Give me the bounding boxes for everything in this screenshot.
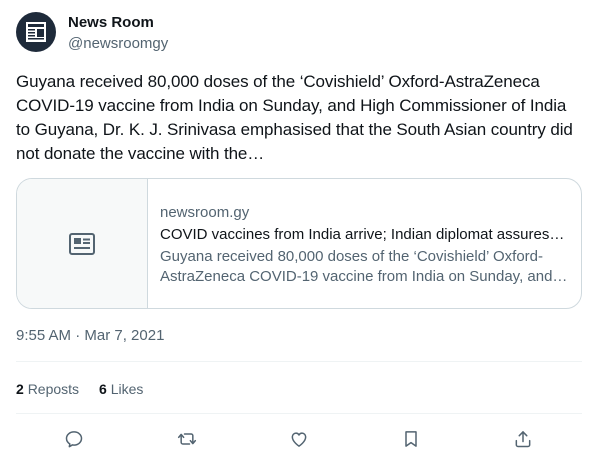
newspaper-icon: [69, 232, 95, 255]
avatar[interactable]: [16, 12, 56, 52]
reposts-stat[interactable]: 2 Reposts: [16, 379, 79, 399]
share-icon: [515, 431, 531, 448]
likes-label: Likes: [110, 381, 144, 397]
repost-button[interactable]: [174, 426, 200, 452]
like-icon: [291, 432, 307, 447]
link-description: Guyana received 80,000 doses of the ‘Cov…: [160, 248, 568, 285]
action-bar: [16, 426, 582, 452]
author-name[interactable]: News Room: [68, 13, 154, 33]
reposts-label: Reposts: [27, 381, 80, 397]
likes-stat[interactable]: 6 Likes: [99, 379, 143, 399]
news-logo-icon: [26, 22, 46, 42]
post-stats: 2 Reposts 6 Likes: [16, 379, 143, 399]
reply-icon: [65, 431, 83, 448]
bookmark-button[interactable]: [398, 426, 424, 452]
share-button[interactable]: [510, 426, 536, 452]
bookmark-icon: [405, 431, 417, 447]
link-card[interactable]: newsroom.gy COVID vaccines from India ar…: [16, 178, 582, 309]
reply-button[interactable]: [61, 426, 87, 452]
like-button[interactable]: [286, 426, 312, 452]
link-domain: newsroom.gy: [160, 204, 250, 221]
reposts-count: 2: [16, 381, 24, 397]
link-info: newsroom.gy COVID vaccines from India ar…: [148, 179, 581, 308]
divider: [16, 413, 582, 414]
likes-count: 6: [99, 381, 107, 397]
repost-icon: [177, 433, 197, 445]
divider: [16, 361, 582, 362]
post-text: Guyana received 80,000 doses of the ‘Cov…: [16, 72, 573, 163]
tweet: News Room @newsroomgy Guyana received 80…: [0, 0, 598, 462]
post-timestamp[interactable]: 9:55 AM · Mar 7, 2021: [16, 326, 164, 346]
link-title[interactable]: COVID vaccines from India arrive; Indian…: [160, 225, 569, 245]
link-thumbnail: [17, 179, 148, 308]
author-handle[interactable]: @newsroomgy: [68, 34, 168, 54]
